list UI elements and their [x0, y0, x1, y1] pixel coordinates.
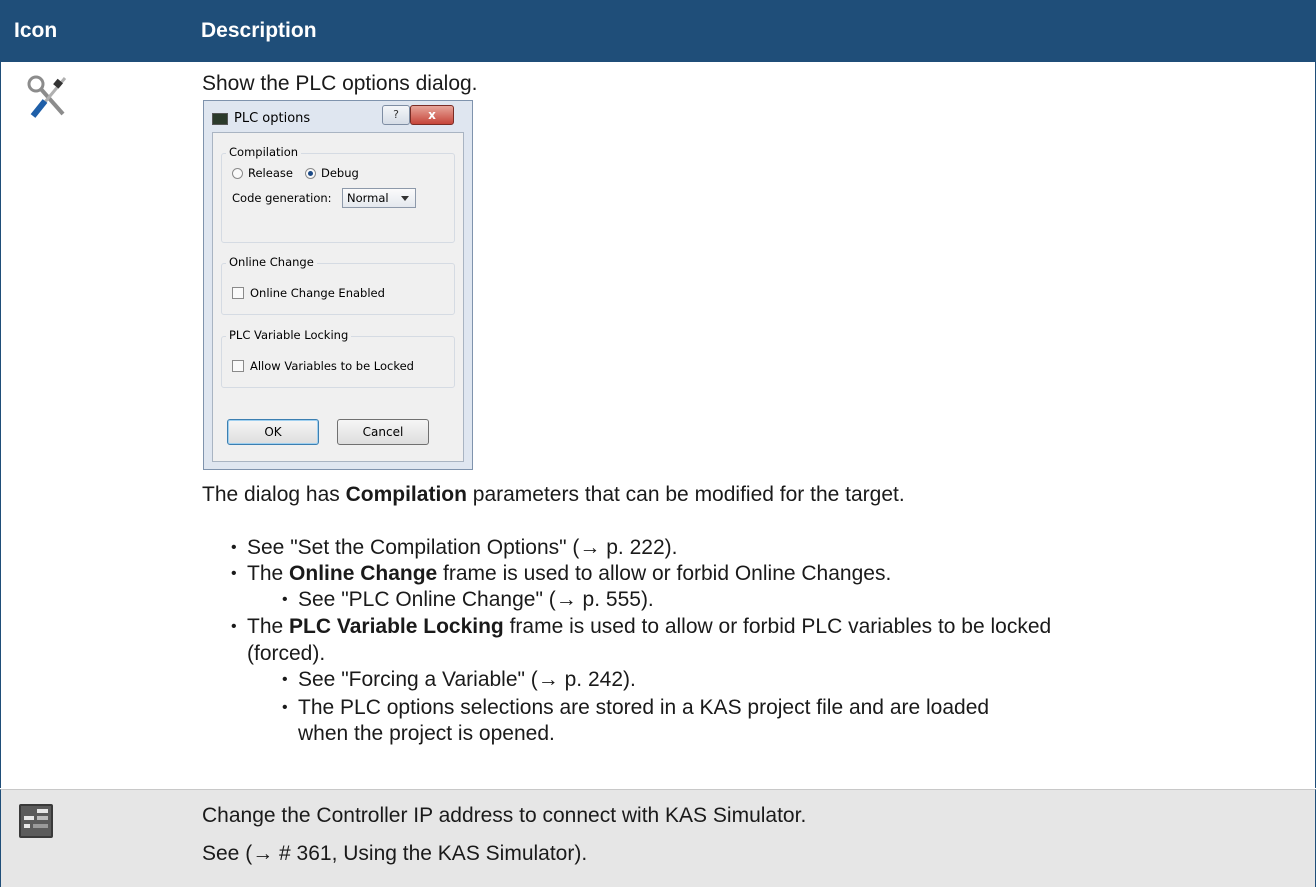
dialog-title: PLC options	[234, 111, 311, 126]
list-item: See "PLC Online Change" (→ p. 555).	[282, 588, 654, 612]
debug-radio[interactable]	[305, 168, 316, 179]
tools-icon	[27, 75, 67, 118]
compilation-paragraph: The dialog has Compilation parameters th…	[202, 483, 905, 506]
ip-address-icon	[19, 804, 53, 838]
table-row: Change the Controller IP address to conn…	[0, 789, 1316, 887]
release-label: Release	[248, 166, 293, 180]
lock-variables-checkbox-label: Allow Variables to be Locked	[250, 359, 414, 373]
compilation-group: Compilation Release Debug Code generatio…	[221, 145, 455, 243]
close-button[interactable]: x	[410, 105, 454, 125]
variable-locking-group-label: PLC Variable Locking	[226, 328, 352, 342]
online-change-checkbox[interactable]	[232, 287, 244, 299]
code-generation-select[interactable]: Normal	[342, 188, 416, 208]
table-row: Show the PLC options dialog. PLC options…	[0, 62, 1316, 788]
list-item: The PLC options selections are stored in…	[282, 696, 989, 720]
list-item: See "Forcing a Variable" (→ p. 242).	[282, 668, 636, 692]
list-item: The PLC Variable Locking frame is used t…	[231, 615, 1051, 639]
header-description-column: Description	[201, 19, 317, 42]
simulator-reference-text: See (→ # 361, Using the KAS Simulator).	[202, 842, 588, 865]
debug-label: Debug	[321, 166, 359, 180]
help-button[interactable]: ?	[382, 105, 410, 125]
ip-change-text: Change the Controller IP address to conn…	[202, 804, 807, 827]
cancel-button[interactable]: Cancel	[337, 419, 429, 445]
list-item-continuation: when the project is opened.	[298, 722, 555, 745]
chevron-down-icon	[401, 196, 409, 201]
compilation-group-label: Compilation	[226, 145, 302, 159]
header-icon-column: Icon	[14, 19, 58, 42]
code-generation-label: Code generation:	[232, 191, 332, 205]
release-radio[interactable]	[232, 168, 243, 179]
list-item: The Online Change frame is used to allow…	[231, 562, 891, 586]
online-change-group-label: Online Change	[226, 255, 317, 269]
ok-button[interactable]: OK	[227, 419, 319, 445]
plc-options-dialog: PLC options ? x Compilation Release Debu…	[203, 100, 473, 470]
table-header: Icon Description	[0, 0, 1316, 62]
dialog-body: Compilation Release Debug Code generatio…	[212, 132, 464, 462]
lock-variables-checkbox[interactable]	[232, 360, 244, 372]
variable-locking-group: PLC Variable Locking Allow Variables to …	[221, 328, 455, 388]
list-item: See "Set the Compilation Options" (→ p. …	[231, 536, 677, 560]
icon-description-table: Icon Description Show the PLC options di…	[0, 0, 1316, 887]
window-icon	[212, 113, 228, 125]
intro-text: Show the PLC options dialog.	[202, 72, 478, 95]
online-change-checkbox-label: Online Change Enabled	[250, 286, 385, 300]
list-item-continuation: (forced).	[247, 642, 326, 665]
code-generation-value: Normal	[347, 191, 389, 205]
online-change-group: Online Change Online Change Enabled	[221, 255, 455, 315]
